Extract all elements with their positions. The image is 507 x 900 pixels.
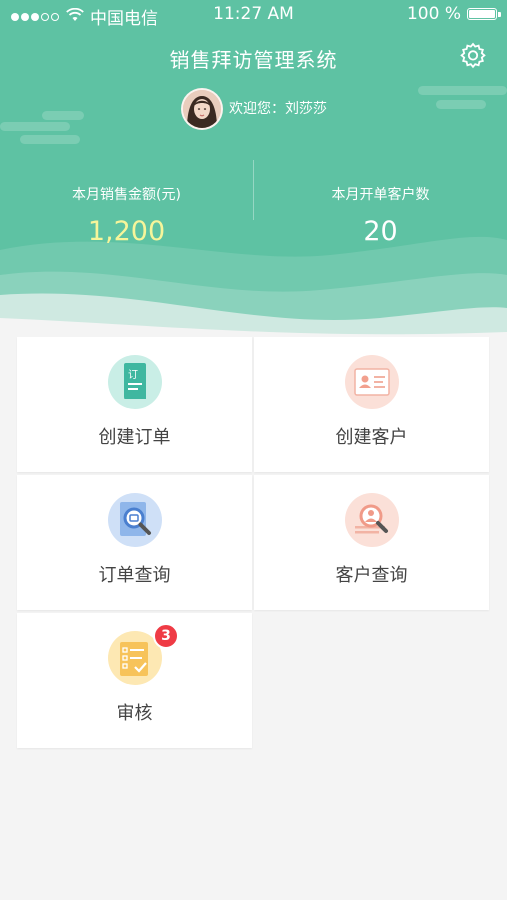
order-search-icon bbox=[107, 492, 163, 548]
review-badge: 3 bbox=[153, 623, 179, 649]
customer-query-tile[interactable]: 客户查询 bbox=[254, 475, 489, 610]
monthly-customers-label: 本月开单客户数 bbox=[331, 187, 430, 203]
order-doc-icon: 订 bbox=[107, 354, 163, 410]
customer-card-icon bbox=[344, 354, 400, 410]
customer-search-icon bbox=[344, 492, 400, 548]
create-customer-label: 创建客户 bbox=[335, 427, 408, 448]
create-order-tile[interactable]: 订 创建订单 bbox=[17, 337, 252, 472]
monthly-sales-value: 1,200 bbox=[87, 216, 166, 247]
order-query-label: 订单查询 bbox=[98, 565, 171, 586]
create-order-label: 创建订单 bbox=[98, 427, 171, 448]
monthly-sales-label: 本月销售金额(元) bbox=[72, 187, 181, 203]
avatar[interactable] bbox=[181, 88, 223, 130]
status-bar: 中国电信 11:27 AM 100 % bbox=[0, 0, 507, 30]
welcome-text: 欢迎您：刘莎莎 bbox=[229, 101, 327, 117]
svg-text:订: 订 bbox=[128, 369, 138, 381]
monthly-customers-value: 20 bbox=[363, 216, 398, 247]
gear-icon[interactable] bbox=[459, 42, 487, 70]
monthly-customers-stat: 本月开单客户数 20 bbox=[254, 184, 507, 247]
header-banner: 中国电信 11:27 AM 100 % 销售拜访管理系统 欢迎您：刘莎莎 本月销… bbox=[0, 0, 507, 340]
customer-query-label: 客户查询 bbox=[335, 565, 408, 586]
battery-percent: 100 % bbox=[406, 4, 461, 24]
page-title: 销售拜访管理系统 bbox=[169, 48, 338, 72]
review-tile[interactable]: 3 审核 bbox=[17, 613, 252, 748]
monthly-sales-stat: 本月销售金额(元) 1,200 bbox=[0, 184, 253, 247]
battery-icon bbox=[467, 8, 501, 20]
order-query-tile[interactable]: 订单查询 bbox=[17, 475, 252, 610]
review-label: 审核 bbox=[116, 703, 153, 724]
create-customer-tile[interactable]: 创建客户 bbox=[254, 337, 489, 472]
